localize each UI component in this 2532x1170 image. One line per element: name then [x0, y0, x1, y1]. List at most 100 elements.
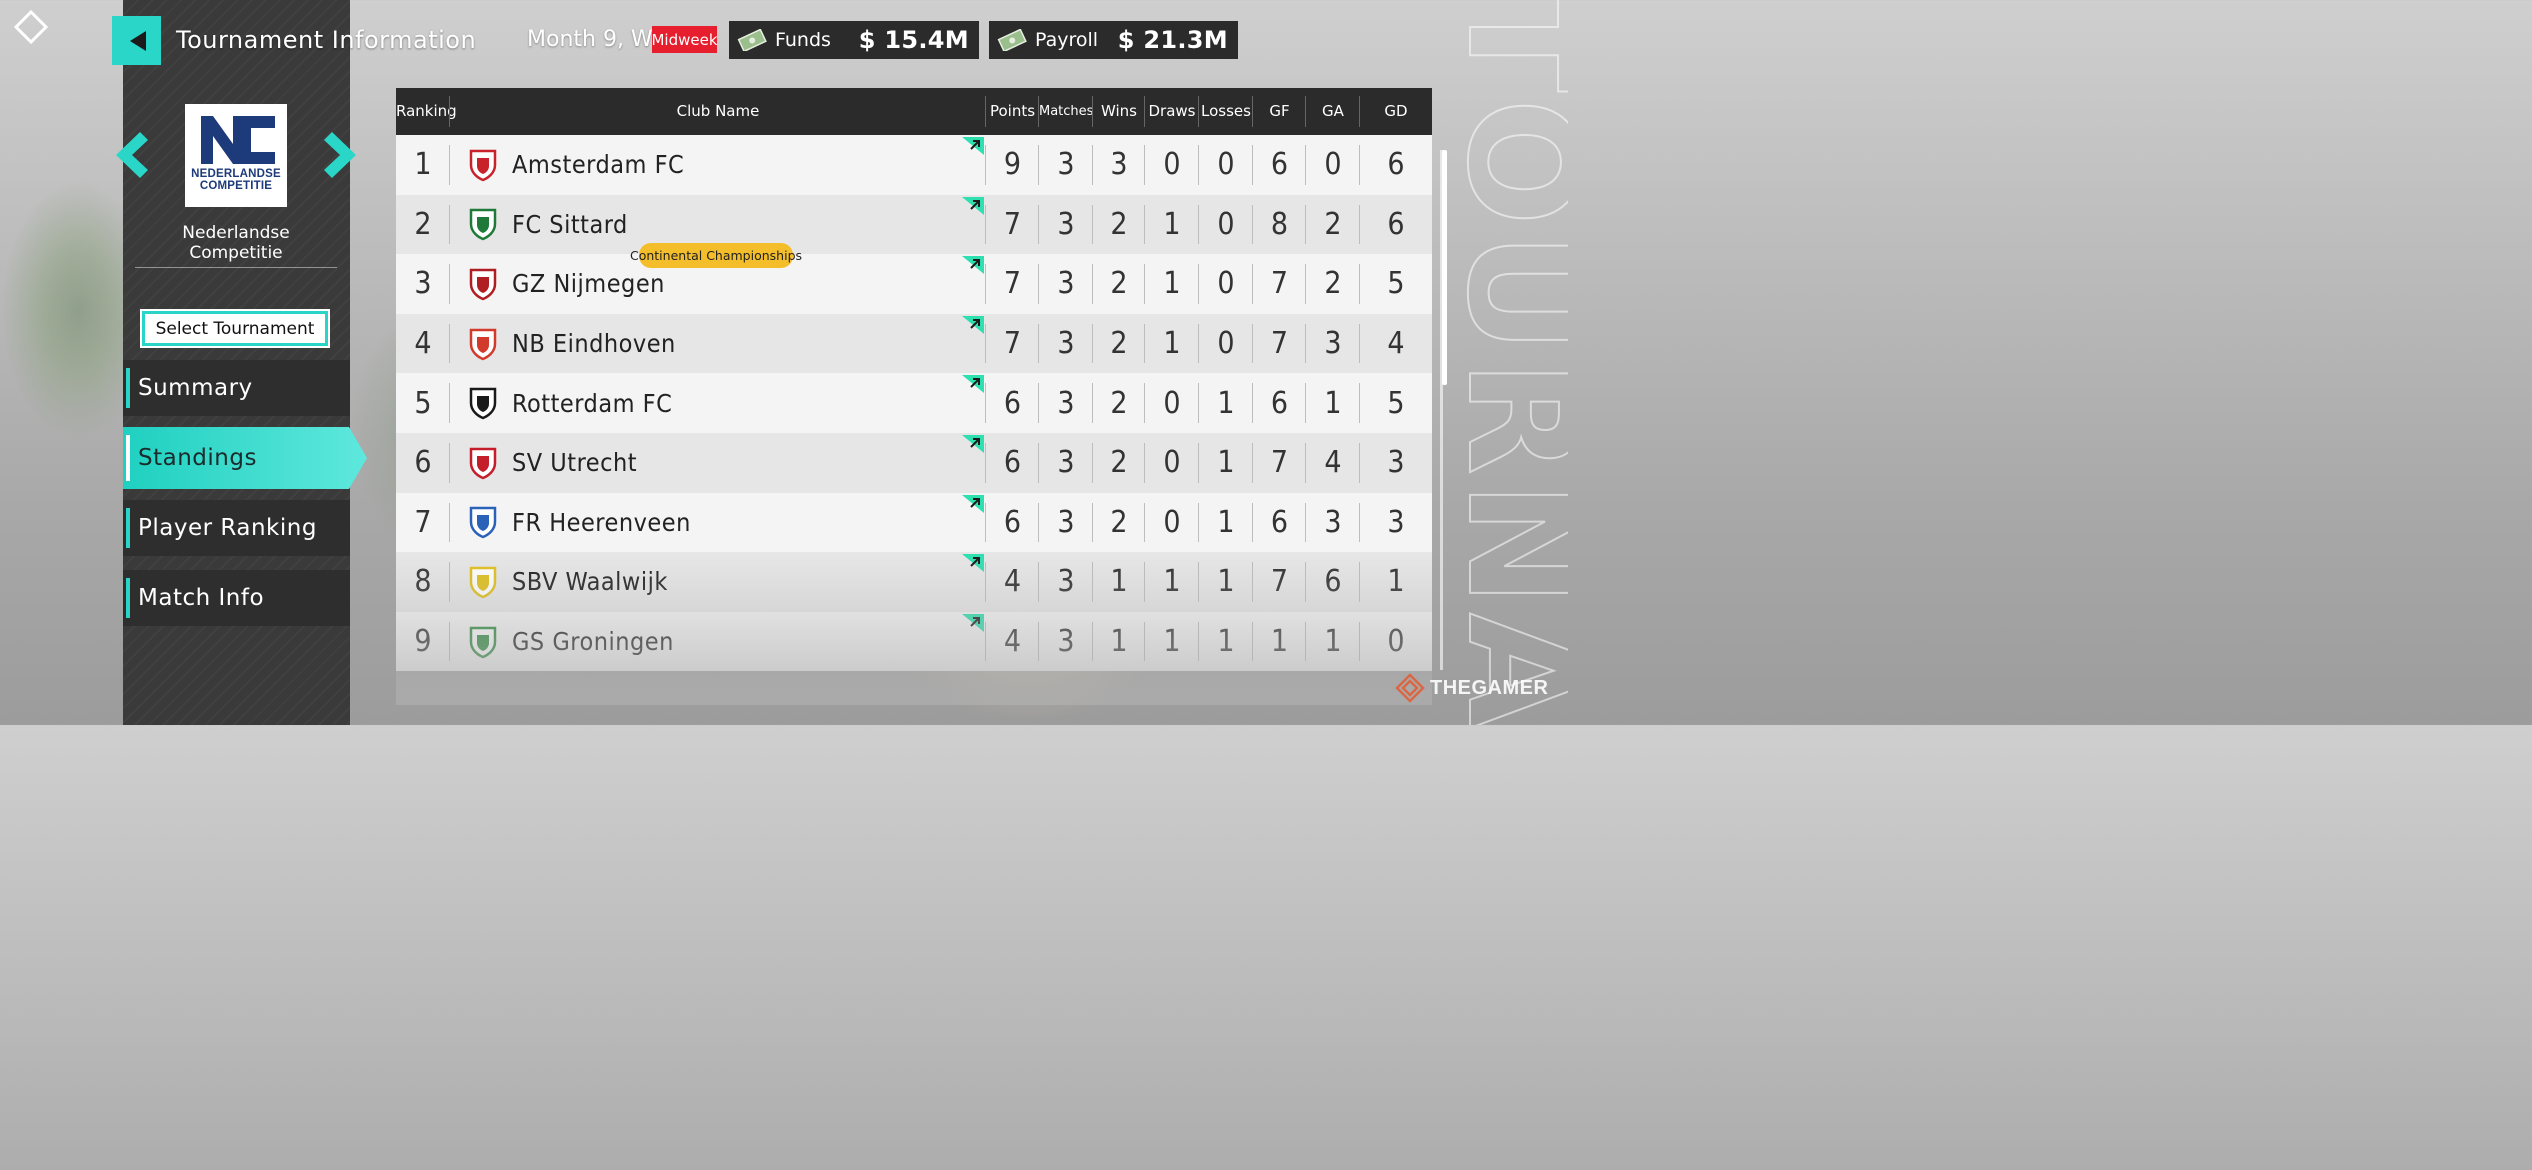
table-body: 1 Amsterdam FC 9 3 3 0 0 6 0 6 2 FC Sittard 7 3 2 1 0 8 2 6… [396, 135, 1432, 705]
home-diamond-icon[interactable] [14, 10, 48, 44]
gd-cell: 3 [1387, 504, 1405, 540]
menu-item-label: Standings [138, 445, 257, 471]
table-row[interactable]: 8 SBV Waalwijk 4 3 1 1 1 7 6 1 [396, 552, 1432, 612]
payroll-box: Payroll $ 21.3M [989, 21, 1238, 59]
trend-up-arrow-icon [962, 613, 984, 632]
club-cell: GS Groningen [450, 612, 986, 672]
table-row[interactable]: 6 SV Utrecht 6 3 2 0 1 7 4 3 [396, 432, 1432, 493]
funds-value: $ 15.4M [858, 26, 969, 54]
losses-cell: 1 [1199, 493, 1253, 553]
menu-item-standings[interactable]: Standings [123, 427, 367, 489]
gf-cell: 6 [1253, 493, 1306, 553]
column-header-draws: Draws [1145, 88, 1199, 135]
month-label: Month 9, W1 [527, 27, 667, 52]
column-header-ranking: Ranking [396, 88, 457, 135]
ga-cell: 2 [1306, 195, 1360, 255]
background-word: TOURNA [1433, 0, 1568, 725]
funds-label: Funds [775, 29, 831, 51]
club-crest-icon [469, 328, 497, 360]
club-cell: Amsterdam FC [450, 135, 986, 195]
wins-cell: 1 [1093, 612, 1145, 672]
payroll-value: $ 21.3M [1117, 26, 1228, 54]
wins-cell: 2 [1093, 433, 1145, 493]
gf-cell: 7 [1253, 433, 1306, 493]
gd-cell: 6 [1387, 147, 1405, 183]
trend-up-arrow-icon [962, 375, 984, 394]
column-header-gd: GD [1384, 102, 1408, 120]
table-row[interactable]: 5 Rotterdam FC 6 3 2 0 1 6 1 5 [396, 373, 1432, 433]
menu-item-player-ranking[interactable]: Player Ranking [123, 500, 350, 556]
back-button[interactable] [112, 16, 161, 65]
qualification-badge: Continental Championships [630, 243, 802, 268]
column-header-wins: Wins [1093, 88, 1145, 135]
table-row[interactable]: 2 FC Sittard 7 3 2 1 0 8 2 6 [396, 194, 1432, 255]
column-header-gf: GF [1253, 88, 1306, 135]
draws-cell: 1 [1145, 612, 1199, 672]
menu-item-label: Summary [138, 375, 253, 401]
losses-cell: 1 [1199, 433, 1253, 493]
wins-cell: 2 [1093, 195, 1145, 255]
table-row[interactable]: 3 GZ Nijmegen 7 3 2 1 0 7 2 5 [396, 254, 1432, 314]
matches-cell: 3 [1039, 552, 1093, 612]
gf-cell: 6 [1253, 373, 1306, 433]
rank-cell: 4 [396, 314, 450, 374]
matches-cell: 3 [1039, 373, 1093, 433]
gd-cell: 0 [1387, 624, 1405, 660]
standings-table: Ranking Club Name Points Matches Wins Dr… [396, 88, 1432, 705]
ga-cell: 0 [1306, 135, 1360, 195]
trend-up-arrow-icon [962, 256, 984, 275]
ga-cell: 1 [1306, 373, 1360, 433]
draws-cell: 0 [1145, 493, 1199, 553]
draws-cell: 0 [1145, 373, 1199, 433]
table-row[interactable]: 7 FR Heerenveen 6 3 2 0 1 6 3 3 [396, 492, 1432, 553]
ga-cell: 3 [1306, 493, 1360, 553]
menu-item-label: Match Info [138, 585, 265, 611]
trend-up-arrow-icon [962, 554, 984, 573]
draws-cell: 1 [1145, 314, 1199, 374]
club-name: FR Heerenveen [512, 507, 691, 537]
club-name: Amsterdam FC [512, 150, 685, 180]
ga-cell: 6 [1306, 552, 1360, 612]
column-header-club: Club Name [450, 88, 986, 135]
gd-cell: 5 [1387, 266, 1405, 302]
prev-tournament-arrow-icon[interactable] [110, 130, 150, 180]
table-header: Ranking Club Name Points Matches Wins Dr… [396, 88, 1432, 135]
page-title: Tournament Information [176, 26, 477, 54]
gf-cell: 6 [1253, 135, 1306, 195]
rank-cell: 7 [396, 493, 450, 553]
club-name: Rotterdam FC [512, 388, 673, 418]
losses-cell: 0 [1199, 195, 1253, 255]
gf-cell: 8 [1253, 195, 1306, 255]
losses-cell: 0 [1199, 135, 1253, 195]
club-crest-icon [469, 209, 497, 241]
club-name: SV Utrecht [512, 448, 638, 478]
select-tournament-button[interactable]: Select Tournament [140, 309, 330, 348]
menu-item-match-info[interactable]: Match Info [123, 570, 350, 626]
club-name: NB Eindhoven [512, 329, 676, 359]
draws-cell: 1 [1145, 552, 1199, 612]
next-tournament-arrow-icon[interactable] [322, 130, 362, 180]
points-cell: 6 [986, 493, 1039, 553]
club-cell: SBV Waalwijk [450, 552, 986, 612]
club-cell: NB Eindhoven [450, 314, 986, 374]
trend-up-arrow-icon [962, 137, 984, 155]
gd-cell: 3 [1387, 445, 1405, 481]
gf-cell: 7 [1253, 254, 1306, 314]
points-cell: 9 [986, 135, 1039, 195]
wins-cell: 2 [1093, 314, 1145, 374]
wins-cell: 3 [1093, 135, 1145, 195]
trend-up-arrow-icon [962, 434, 984, 453]
matches-cell: 3 [1039, 493, 1093, 553]
tournament-name: Nederlandse Competitie [135, 223, 337, 268]
club-crest-icon [469, 507, 497, 539]
table-row[interactable]: 9 GS Groningen 4 3 1 1 1 1 1 0 [396, 611, 1432, 672]
matches-cell: 3 [1039, 135, 1093, 195]
draws-cell: 0 [1145, 433, 1199, 493]
table-row[interactable]: 4 NB Eindhoven 7 3 2 1 0 7 3 4 [396, 313, 1432, 374]
table-scrollbar[interactable] [1442, 150, 1447, 385]
club-name: SBV Waalwijk [512, 567, 668, 597]
menu-item-summary[interactable]: Summary [123, 360, 350, 416]
table-row[interactable]: 1 Amsterdam FC 9 3 3 0 0 6 0 6 [396, 135, 1432, 195]
gd-cell: 5 [1387, 385, 1405, 421]
payroll-label: Payroll [1035, 29, 1099, 51]
